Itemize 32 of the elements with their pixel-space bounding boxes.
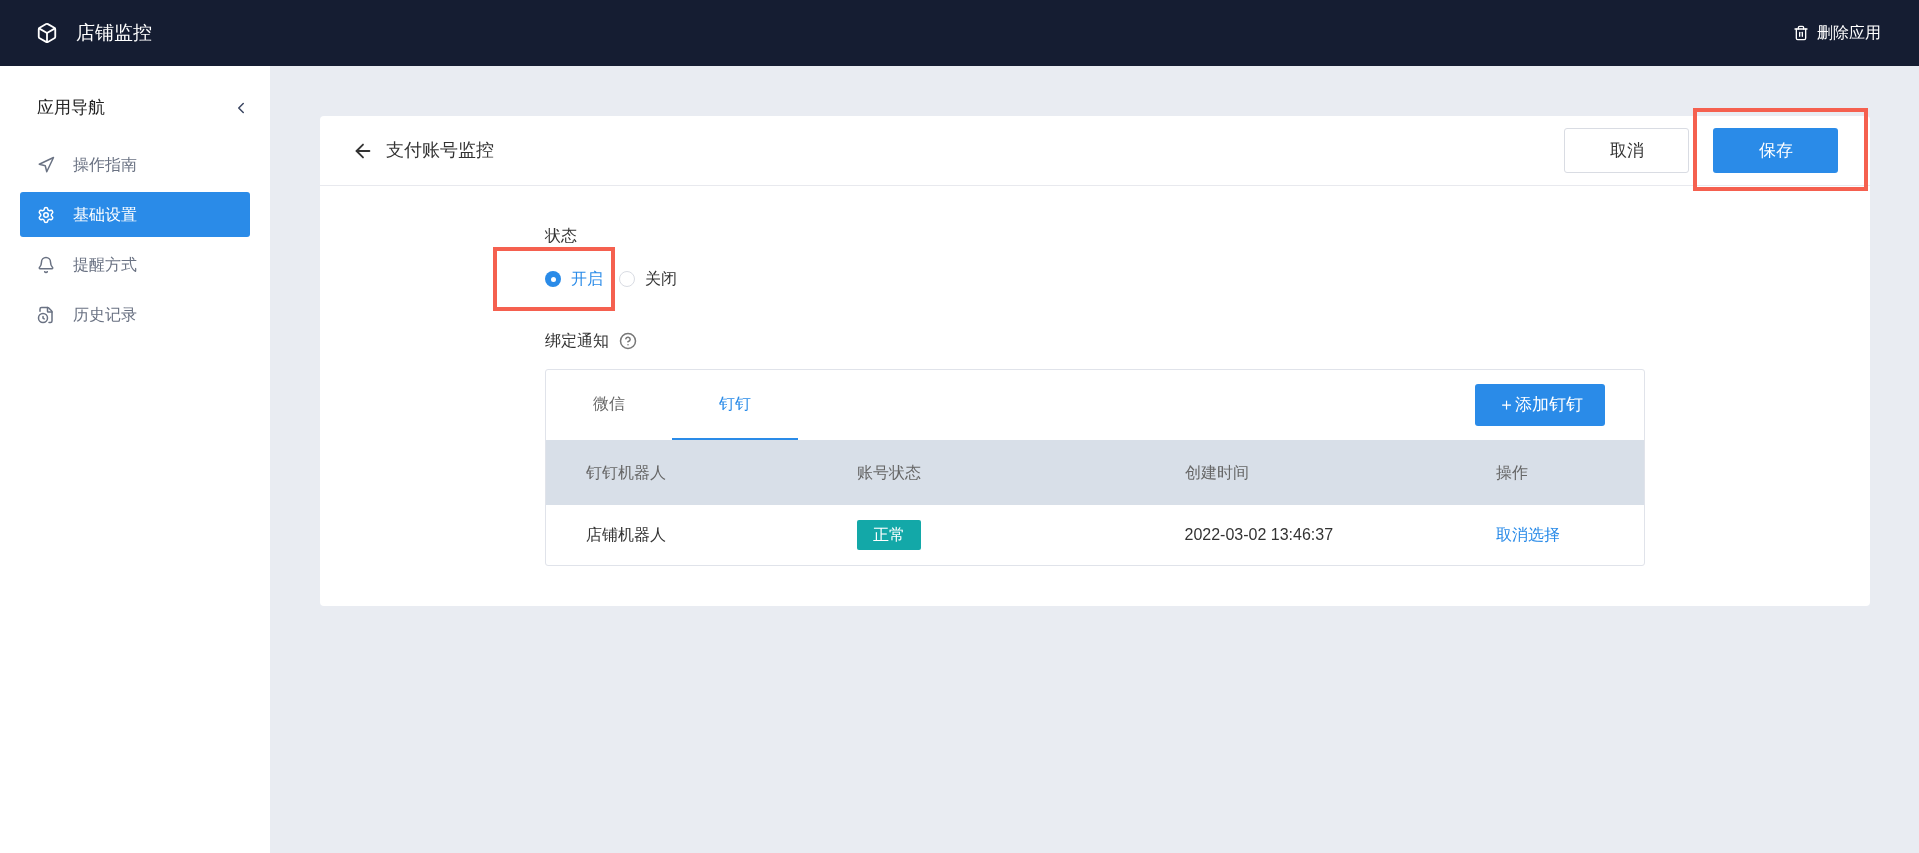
page-title: 支付账号监控: [386, 139, 494, 162]
column-header: 创建时间: [1184, 463, 1249, 481]
delete-app-button[interactable]: 删除应用: [1793, 21, 1881, 45]
deselect-link[interactable]: 取消选择: [1496, 526, 1561, 543]
cancel-button[interactable]: 取消: [1564, 128, 1689, 173]
cube-icon: [36, 22, 58, 44]
tab[interactable]: 微信: [546, 370, 672, 440]
document-clock-icon: [37, 305, 55, 324]
sidebar-item[interactable]: 基础设置: [20, 192, 250, 237]
sidebar-title: 应用导航: [37, 97, 105, 120]
column-header: 钉钉机器人: [586, 463, 666, 481]
column-header: 账号状态: [857, 463, 922, 481]
status-label: 状态: [545, 226, 577, 246]
bell-icon: [37, 255, 55, 274]
column-header: 操作: [1496, 463, 1529, 481]
sidebar-item[interactable]: 操作指南: [20, 142, 250, 187]
radio-icon: [545, 271, 561, 287]
app-title: 店铺监控: [76, 20, 152, 45]
settings-icon: [37, 205, 55, 224]
trash-icon: [1793, 25, 1809, 41]
sidebar-item[interactable]: 历史记录: [20, 292, 250, 337]
add-dingtalk-button[interactable]: ＋添加钉钉: [1475, 384, 1605, 426]
radio-option[interactable]: 关闭: [619, 267, 677, 291]
table-cell: 2022-03-02 13:46:37: [1184, 526, 1334, 543]
help-icon[interactable]: [619, 332, 637, 350]
sidebar-item[interactable]: 提醒方式: [20, 242, 250, 287]
binding-label: 绑定通知: [545, 331, 609, 351]
save-button[interactable]: 保存: [1713, 128, 1838, 173]
navigation-icon: [37, 155, 55, 174]
radio-option[interactable]: 开启: [545, 267, 603, 291]
status-badge: 正常: [857, 520, 922, 550]
table-cell: 店铺机器人: [586, 526, 666, 543]
